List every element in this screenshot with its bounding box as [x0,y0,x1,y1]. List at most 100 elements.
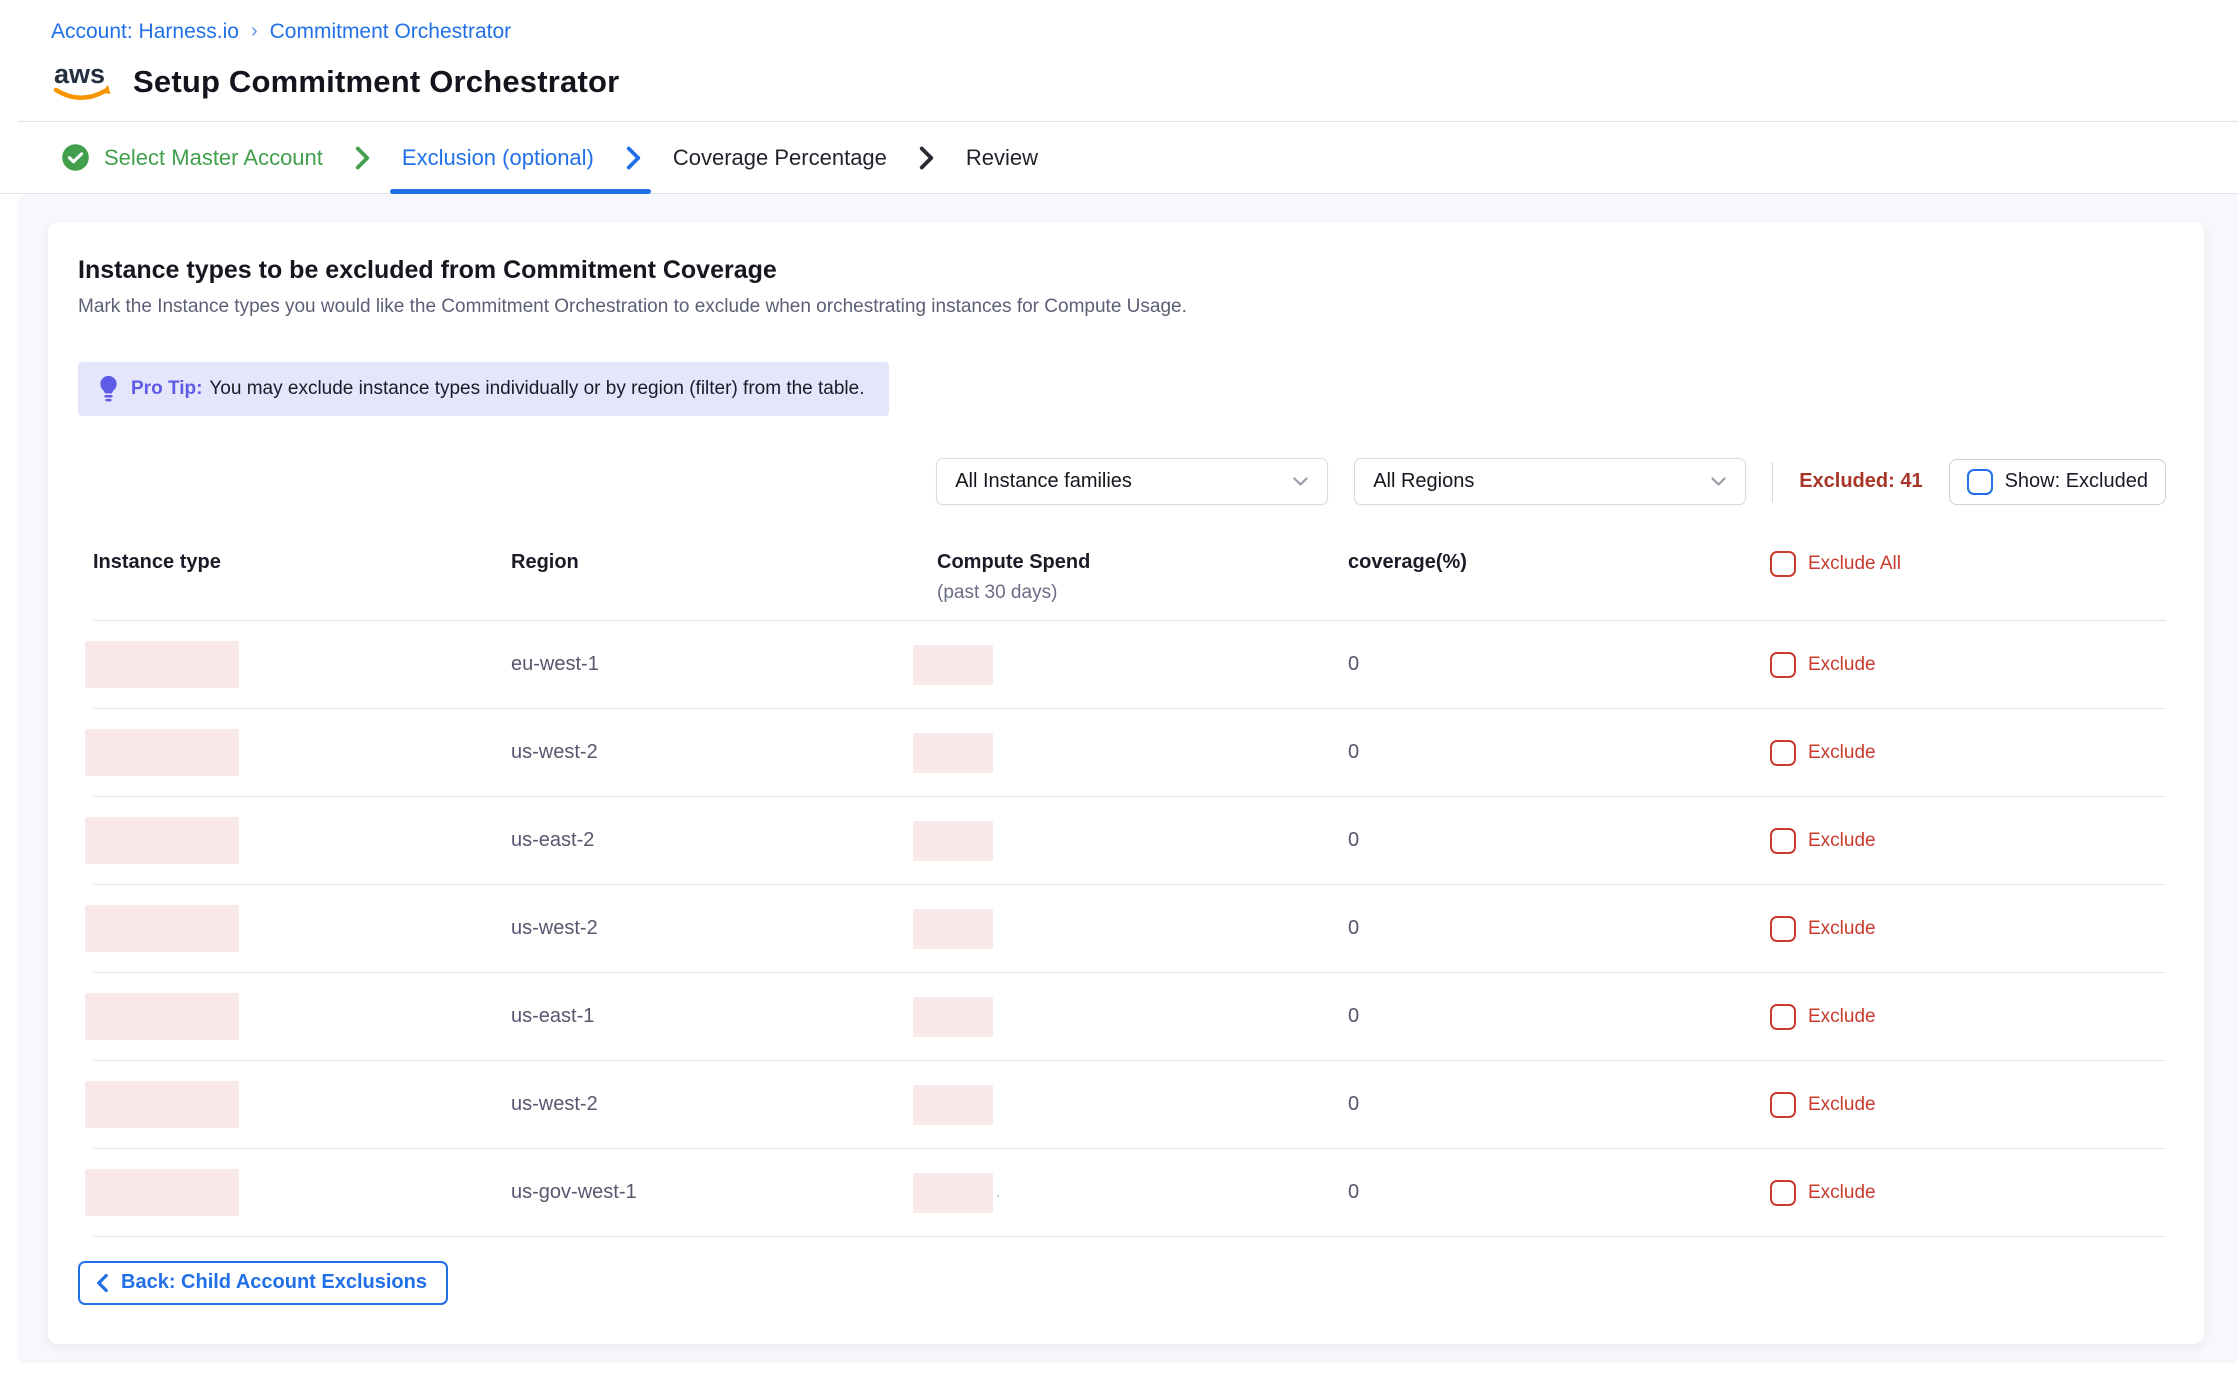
card-subtitle: Mark the Instance types you would like t… [78,296,2166,318]
exclude-control[interactable]: Exclude [1770,916,2166,942]
exclude-checkbox[interactable] [1770,740,1796,766]
exclude-control[interactable]: Exclude [1770,652,2166,678]
table-row: us-gov-west-1 . 0 Exclude [93,1149,2166,1237]
exclude-label: Exclude [1808,1182,1876,1204]
page-title: Setup Commitment Orchestrator [133,64,619,100]
instance-type-redacted [85,993,239,1040]
chevron-right-icon [624,145,643,171]
exclude-label: Exclude [1808,918,1876,940]
exclude-checkbox[interactable] [1770,1004,1796,1030]
exclude-control[interactable]: Exclude [1770,828,2166,854]
compute-spend-redacted [913,1173,993,1213]
regions-select[interactable]: All Regions [1354,458,1746,505]
table-header: Instance type Region Compute Spend (past… [93,551,2166,621]
breadcrumb-account-link[interactable]: Account: Harness.io [51,20,239,44]
chevron-down-icon [1710,476,1727,487]
table-row: us-west-2 0 Exclude [93,709,2166,797]
compute-spend-redacted [913,909,993,949]
chevron-left-icon [95,1272,110,1294]
exclude-checkbox[interactable] [1770,652,1796,678]
exclude-control[interactable]: Exclude [1770,1180,2166,1206]
pro-tip-message: You may exclude instance types individua… [209,378,864,399]
exclude-all-control[interactable]: Exclude All [1770,551,2166,577]
show-excluded-toggle[interactable]: Show: Excluded [1949,459,2166,505]
back-button-label: Back: Child Account Exclusions [121,1271,427,1294]
exclude-label: Exclude [1808,830,1876,852]
step-exclusion-optional[interactable]: Exclusion (optional) [402,145,594,171]
instance-families-value: All Instance families [955,470,1132,493]
chevron-right-icon [917,145,936,171]
exclude-all-checkbox[interactable] [1770,551,1796,577]
instance-type-redacted [85,729,239,776]
exclude-control[interactable]: Exclude [1770,740,2166,766]
table-row: us-west-2 0 Exclude [93,885,2166,973]
show-excluded-checkbox[interactable] [1967,469,1993,495]
step-label: Select Master Account [104,145,323,171]
region-cell: us-gov-west-1 [511,1181,937,1204]
step-select-master-account[interactable]: Select Master Account [61,143,323,172]
col-instance-type: Instance type [93,551,511,574]
exclusion-table: Instance type Region Compute Spend (past… [78,551,2166,1237]
step-coverage-percentage[interactable]: Coverage Percentage [673,145,887,171]
exclude-checkbox[interactable] [1770,828,1796,854]
exclude-control[interactable]: Exclude [1770,1004,2166,1030]
coverage-cell: 0 [1348,741,1770,764]
exclude-checkbox[interactable] [1770,1180,1796,1206]
table-row: us-east-2 0 Exclude [93,797,2166,885]
breadcrumb-page-link[interactable]: Commitment Orchestrator [270,20,512,44]
instance-type-redacted [85,1081,239,1128]
vertical-divider [1772,462,1773,502]
pro-tip-text: Pro Tip: You may exclude instance types … [131,378,865,400]
coverage-cell: 0 [1348,917,1770,940]
exclude-checkbox[interactable] [1770,1092,1796,1118]
table-body: eu-west-1 0 Exclude us-west-2 [93,621,2166,1237]
region-cell: us-west-2 [511,917,937,940]
instance-type-redacted [85,641,239,688]
check-circle-icon [61,143,90,172]
wizard-stepper: Select Master Account Exclusion (optiona… [0,122,2238,194]
coverage-cell: 0 [1348,1005,1770,1028]
region-cell: us-west-2 [511,1093,937,1116]
instance-families-select[interactable]: All Instance families [936,458,1328,505]
coverage-cell: 0 [1348,1181,1770,1204]
exclude-label: Exclude [1808,742,1876,764]
step-review[interactable]: Review [966,145,1038,171]
exclude-all-label: Exclude All [1808,553,1901,575]
exclude-label: Exclude [1808,1006,1876,1028]
card-title: Instance types to be excluded from Commi… [78,256,2166,285]
pro-tip-banner: Pro Tip: You may exclude instance types … [78,362,889,416]
col-compute-spend-sub: (past 30 days) [937,582,1348,604]
compute-spend-redacted [913,821,993,861]
exclude-checkbox[interactable] [1770,916,1796,942]
back-button[interactable]: Back: Child Account Exclusions [78,1261,448,1305]
exclude-label: Exclude [1808,1094,1876,1116]
region-cell: us-east-2 [511,829,937,852]
active-step-group: Exclusion (optional) [402,122,643,193]
chevron-down-icon [1292,476,1309,487]
instance-type-redacted [85,1169,239,1216]
compute-spend-redacted [913,997,993,1037]
exclude-label: Exclude [1808,654,1876,676]
breadcrumb-chevron-icon: › [251,20,258,43]
step-label: Review [966,145,1038,171]
compute-spend-redacted [913,733,993,773]
region-cell: us-east-1 [511,1005,937,1028]
aws-logo-icon: aws [51,58,117,105]
breadcrumb: Account: Harness.io › Commitment Orchest… [51,20,2238,44]
table-row: us-west-2 0 Exclude [93,1061,2166,1149]
coverage-cell: 0 [1348,829,1770,852]
show-excluded-label: Show: Excluded [2005,470,2148,493]
region-cell: us-west-2 [511,741,937,764]
pro-tip-label: Pro Tip: [131,378,202,399]
table-row: eu-west-1 0 Exclude [93,621,2166,709]
step-label: Exclusion (optional) [402,145,594,171]
excluded-count-badge: Excluded: 41 [1799,470,1922,493]
exclude-control[interactable]: Exclude [1770,1092,2166,1118]
col-compute-spend-label: Compute Spend [937,551,1090,573]
app-header: Account: Harness.io › Commitment Orchest… [0,0,2238,121]
regions-value: All Regions [1373,470,1474,493]
compute-spend-redacted [913,1085,993,1125]
table-row: us-east-1 0 Exclude [93,973,2166,1061]
svg-text:aws: aws [54,59,105,89]
filters-bar: All Instance families All Regions Exclud… [78,458,2166,505]
